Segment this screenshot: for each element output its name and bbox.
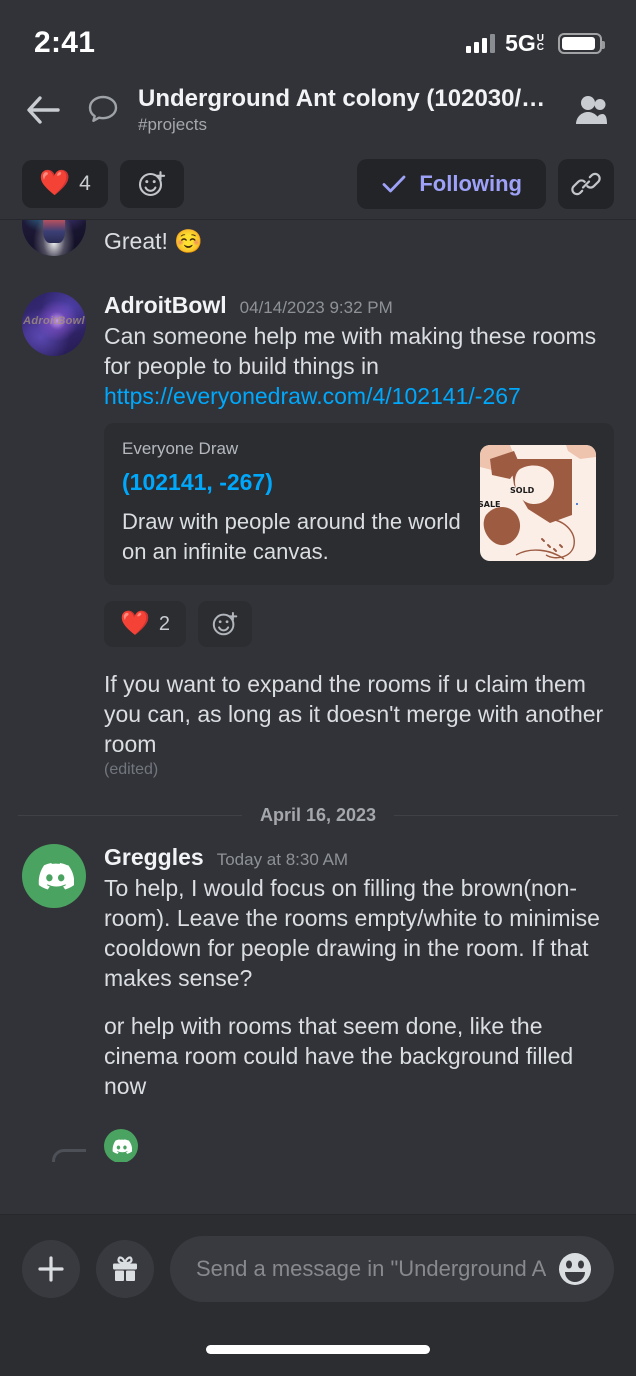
divider-line-left xyxy=(18,815,242,816)
heart-reaction-pill[interactable]: ❤️ 4 xyxy=(22,159,108,208)
message-text: Great! ☺️ xyxy=(104,228,203,254)
message-author[interactable]: AdroitBowl xyxy=(104,292,227,319)
network-type-text: 5G xyxy=(505,29,536,56)
discord-logo-avatar xyxy=(22,844,86,908)
message-clipped[interactable]: Great! ☺️ xyxy=(0,220,636,256)
avatar-nickname: AdroitBowl xyxy=(23,315,85,328)
status-bar-time: 2:41 xyxy=(34,26,96,59)
members-icon[interactable] xyxy=(568,87,614,133)
back-arrow-icon[interactable] xyxy=(22,89,64,131)
message-text-second: or help with rooms that seem done, like … xyxy=(104,1013,574,1099)
message-adroitbowl[interactable]: AdroitBowl AdroitBowl 04/14/2023 9:32 PM… xyxy=(0,292,636,779)
message-input-placeholder: Send a message in "Underground Ant.. xyxy=(196,1255,546,1281)
message-body: Greggles Today at 8:30 AM To help, I wou… xyxy=(104,844,614,1101)
following-button[interactable]: Following xyxy=(357,158,546,209)
edited-label: (edited) xyxy=(104,761,159,778)
divider-label: April 16, 2023 xyxy=(259,805,377,825)
home-indicator-bar xyxy=(206,1344,430,1354)
message-header: Greggles Today at 8:30 AM xyxy=(104,844,614,871)
message-timestamp: 04/14/2023 9:32 PM xyxy=(239,298,393,317)
thread-action-bar: ❤️ 4 Following xyxy=(0,148,636,220)
message-greggles[interactable]: Greggles Today at 8:30 AM To help, I wou… xyxy=(0,844,636,1101)
network-type-label: 5G U C xyxy=(505,30,544,57)
embed-description: Draw with people around the world on an … xyxy=(122,509,461,564)
date-divider: April 16, 2023 xyxy=(0,805,636,826)
reply-context[interactable]: @Greggles To help, I would focus on fill… xyxy=(0,1127,636,1162)
svg-text:SALE: SALE xyxy=(480,500,501,509)
message-body: Great! ☺️ xyxy=(104,226,614,256)
add-reaction-button[interactable] xyxy=(198,601,253,647)
reply-avatar xyxy=(104,1129,138,1162)
header-titles: Underground Ant colony (102030/40) #proj… xyxy=(138,85,554,135)
gift-button[interactable] xyxy=(96,1239,154,1298)
network-type-suffix: U C xyxy=(536,32,544,53)
home-indicator xyxy=(0,1322,636,1376)
heart-icon: ❤️ xyxy=(120,610,150,637)
message-text: Can someone help me with making these ro… xyxy=(104,321,614,411)
cellular-bars-icon xyxy=(466,33,496,53)
discord-logo-avatar xyxy=(104,1129,138,1162)
heart-reaction-pill[interactable]: ❤️ 2 xyxy=(104,601,187,647)
avatar[interactable] xyxy=(22,844,86,908)
add-reaction-button[interactable] xyxy=(119,159,184,208)
message-body: AdroitBowl 04/14/2023 9:32 PM Can someon… xyxy=(104,292,614,779)
message-text-plain: Can someone help me with making these ro… xyxy=(104,323,597,379)
embed-thumbnail[interactable]: SOLD SALE xyxy=(480,445,596,561)
message-text: To help, I would focus on filling the br… xyxy=(104,875,600,991)
avatar[interactable]: AdroitBowl xyxy=(22,292,86,356)
message-link[interactable]: https://everyonedraw.com/4/102141/-267 xyxy=(104,383,521,409)
message-author[interactable]: Greggles xyxy=(104,844,204,871)
message-timestamp: Today at 8:30 AM xyxy=(216,850,349,869)
emoji-icon[interactable] xyxy=(554,1248,596,1290)
channel-name: #projects xyxy=(138,115,207,134)
copy-link-button[interactable] xyxy=(558,158,614,209)
thread-bubble-icon xyxy=(82,89,124,131)
reaction-count: 2 xyxy=(158,612,171,635)
avatar[interactable] xyxy=(22,220,86,256)
embed-content: Everyone Draw (102141, -267) Draw with p… xyxy=(122,439,466,567)
link-embed[interactable]: Everyone Draw (102141, -267) Draw with p… xyxy=(104,423,614,585)
divider-line-right xyxy=(394,815,619,816)
battery-full-icon xyxy=(558,32,605,54)
svg-text:SOLD: SOLD xyxy=(510,486,535,495)
reply-body: @Greggles To help, I would focus on fill… xyxy=(104,1127,614,1162)
message-input[interactable]: Send a message in "Underground Ant.. xyxy=(170,1235,614,1302)
following-label: Following xyxy=(419,170,522,196)
check-icon xyxy=(382,175,406,192)
page-title: Underground Ant colony (102030/40) xyxy=(138,85,554,112)
channel-header: Underground Ant colony (102030/40) #proj… xyxy=(0,72,636,148)
link-icon xyxy=(571,172,601,195)
message-followup-text: If you want to expand the rooms if u cla… xyxy=(104,671,604,757)
gift-icon xyxy=(113,1255,137,1281)
reaction-count: 4 xyxy=(79,171,91,195)
message-header: AdroitBowl 04/14/2023 9:32 PM xyxy=(104,292,614,319)
reply-spine xyxy=(22,1127,86,1162)
message-composer: Send a message in "Underground Ant.. xyxy=(0,1214,636,1322)
message-list[interactable]: Great! ☺️ AdroitBowl AdroitBowl 04/14/20… xyxy=(0,220,636,1162)
status-bar-indicators: 5G U C xyxy=(466,30,605,57)
heart-icon: ❤️ xyxy=(39,169,71,197)
plus-icon xyxy=(38,1255,64,1282)
status-bar: 2:41 5G U C xyxy=(0,0,636,72)
message-reactions: ❤️ 2 xyxy=(104,601,614,647)
embed-title[interactable]: (102141, -267) xyxy=(122,469,466,496)
embed-provider: Everyone Draw xyxy=(122,439,239,458)
add-attachment-button[interactable] xyxy=(22,1239,80,1298)
